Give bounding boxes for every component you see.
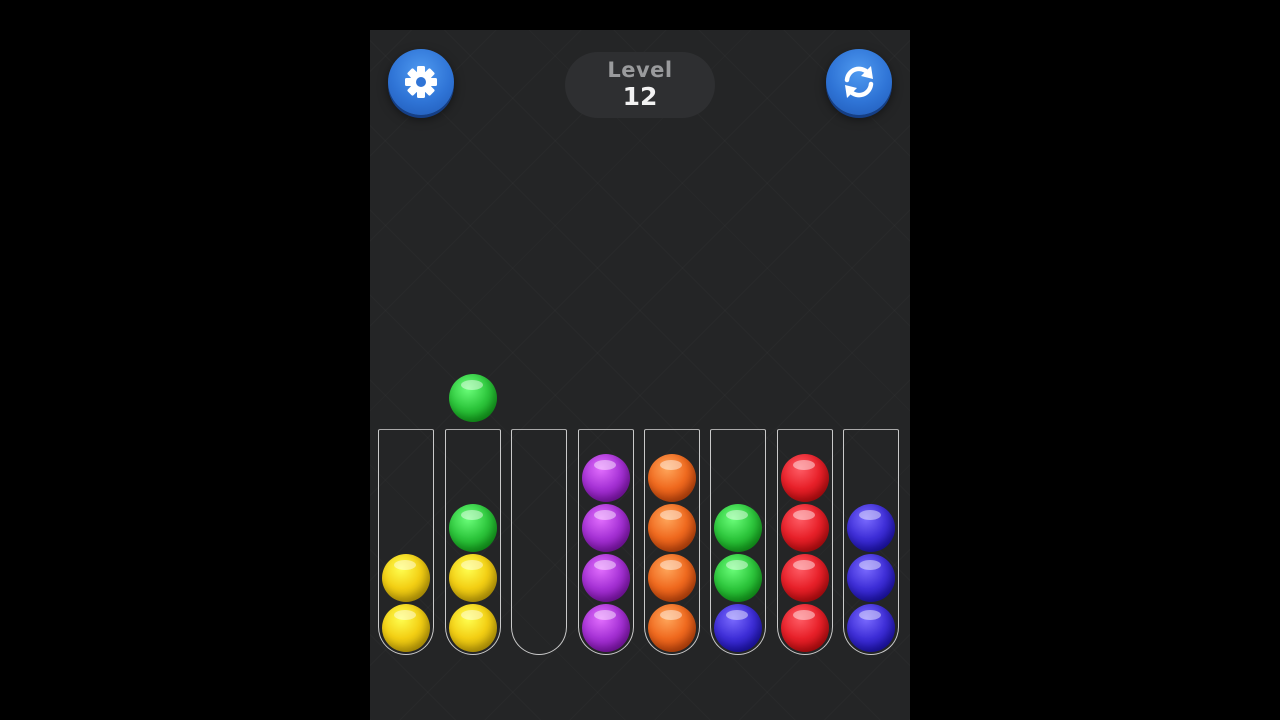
red-ball (781, 454, 829, 502)
green-ball (714, 554, 762, 602)
lifted-green-ball (449, 374, 497, 422)
red-ball (781, 554, 829, 602)
purple-ball (582, 504, 630, 552)
blue-ball (847, 604, 895, 652)
game-screen: Level 12 (370, 30, 910, 720)
level-indicator: Level 12 (565, 52, 715, 118)
purple-ball (582, 554, 630, 602)
restart-button[interactable] (826, 49, 892, 115)
restart-icon (844, 66, 874, 98)
orange-ball (648, 504, 696, 552)
green-ball (449, 504, 497, 552)
red-ball (781, 604, 829, 652)
tube-3[interactable] (511, 429, 567, 655)
green-ball (714, 504, 762, 552)
gear-icon (405, 66, 437, 98)
yellow-ball (449, 554, 497, 602)
level-label: Level (607, 58, 673, 82)
purple-ball (582, 454, 630, 502)
yellow-ball (382, 554, 430, 602)
yellow-ball (382, 604, 430, 652)
blue-ball (847, 504, 895, 552)
orange-ball (648, 454, 696, 502)
orange-ball (648, 554, 696, 602)
settings-button[interactable] (388, 49, 454, 115)
purple-ball (582, 604, 630, 652)
orange-ball (648, 604, 696, 652)
level-number: 12 (622, 82, 658, 111)
blue-ball (714, 604, 762, 652)
yellow-ball (449, 604, 497, 652)
red-ball (781, 504, 829, 552)
blue-ball (847, 554, 895, 602)
